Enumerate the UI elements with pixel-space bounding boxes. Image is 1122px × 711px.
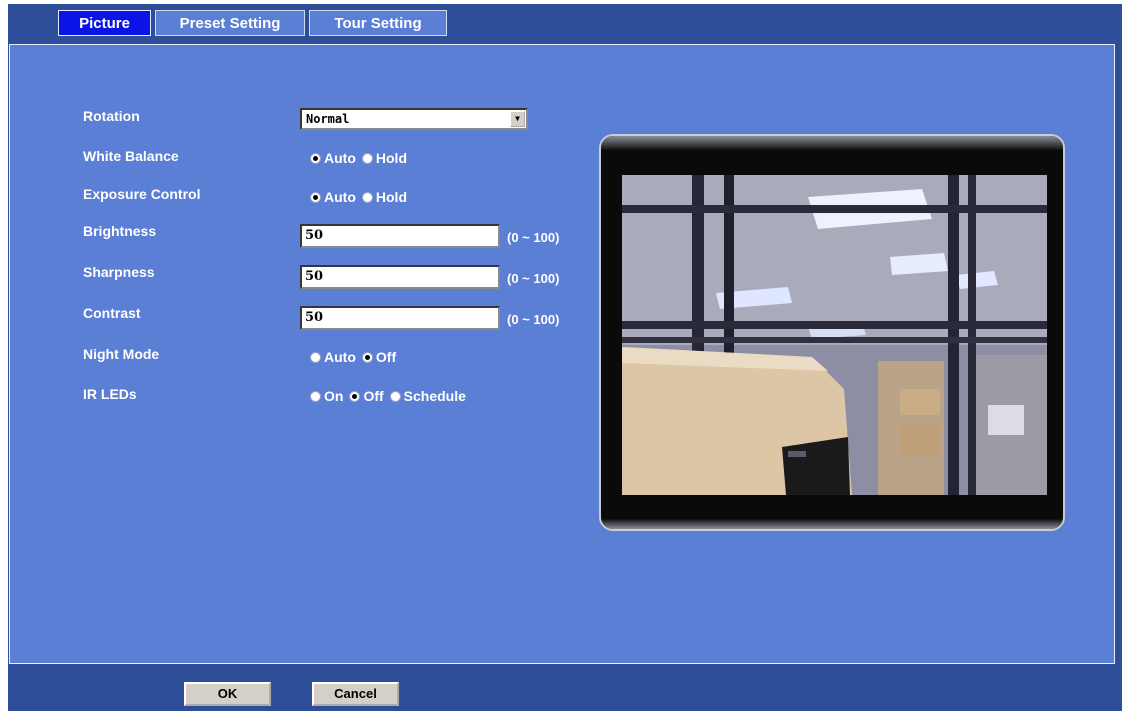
exposure-auto-radio[interactable]: Auto — [310, 189, 356, 205]
camera-live-view — [622, 175, 1047, 495]
white-balance-auto-radio[interactable]: Auto — [310, 150, 356, 166]
radio-label: Hold — [375, 189, 407, 205]
radio-unselected-icon[interactable] — [361, 152, 373, 164]
rotation-value: Normal — [306, 112, 350, 126]
white-balance-hold-radio[interactable]: Hold — [361, 150, 407, 166]
camera-snapshot-image — [622, 175, 1047, 495]
radio-label: Schedule — [403, 388, 466, 404]
radio-unselected-icon[interactable] — [389, 390, 401, 402]
white-balance-radio-group: Auto Hold — [310, 150, 413, 166]
radio-label: Auto — [324, 189, 356, 205]
camera-preview-frame — [599, 134, 1065, 531]
radio-selected-icon[interactable] — [361, 351, 373, 363]
preview-frame-highlight — [601, 519, 1063, 529]
sharpness-input[interactable]: 50 — [300, 265, 500, 289]
radio-selected-icon[interactable] — [310, 191, 321, 203]
tab-tour-setting[interactable]: Tour Setting — [309, 10, 447, 36]
sharpness-label: Sharpness — [83, 264, 155, 280]
contrast-label: Contrast — [83, 305, 141, 321]
night-mode-label: Night Mode — [83, 346, 160, 362]
radio-label: Off — [375, 349, 397, 365]
radio-label: On — [324, 388, 344, 404]
rotation-select[interactable]: Normal ▼ — [300, 108, 528, 130]
radio-selected-icon[interactable] — [349, 390, 361, 402]
radio-unselected-icon[interactable] — [361, 191, 373, 203]
radio-label: Hold — [375, 150, 407, 166]
dropdown-arrow-icon[interactable]: ▼ — [510, 111, 525, 127]
cancel-button[interactable]: Cancel — [312, 682, 399, 706]
rotation-label: Rotation — [83, 108, 140, 124]
radio-label: Auto — [324, 349, 356, 365]
white-balance-label: White Balance — [83, 148, 179, 164]
ir-leds-on-radio[interactable]: On — [310, 388, 343, 404]
tab-picture[interactable]: Picture — [58, 10, 151, 36]
exposure-control-label: Exposure Control — [83, 186, 201, 202]
radio-unselected-icon[interactable] — [310, 390, 321, 402]
contrast-input[interactable]: 50 — [300, 306, 500, 330]
brightness-input[interactable]: 50 — [300, 224, 500, 248]
sharpness-range: (0 ~ 100) — [507, 271, 560, 286]
ok-button[interactable]: OK — [184, 682, 271, 706]
ir-leds-radio-group: On Off Schedule — [310, 388, 472, 404]
radio-unselected-icon[interactable] — [310, 351, 321, 363]
ir-leds-label: IR LEDs — [83, 386, 137, 402]
exposure-control-radio-group: Auto Hold — [310, 189, 413, 205]
night-mode-off-radio[interactable]: Off — [361, 349, 397, 365]
brightness-range: (0 ~ 100) — [507, 230, 560, 245]
brightness-label: Brightness — [83, 223, 157, 239]
night-mode-radio-group: Auto Off — [310, 349, 402, 365]
preview-frame-highlight — [601, 136, 1063, 150]
ir-leds-schedule-radio[interactable]: Schedule — [389, 388, 466, 404]
exposure-hold-radio[interactable]: Hold — [361, 189, 407, 205]
radio-label: Auto — [324, 150, 356, 166]
night-mode-auto-radio[interactable]: Auto — [310, 349, 356, 365]
contrast-range: (0 ~ 100) — [507, 312, 560, 327]
tab-preset-setting[interactable]: Preset Setting — [155, 10, 305, 36]
ir-leds-off-radio[interactable]: Off — [349, 388, 384, 404]
radio-selected-icon[interactable] — [310, 152, 321, 164]
radio-label: Off — [363, 388, 384, 404]
